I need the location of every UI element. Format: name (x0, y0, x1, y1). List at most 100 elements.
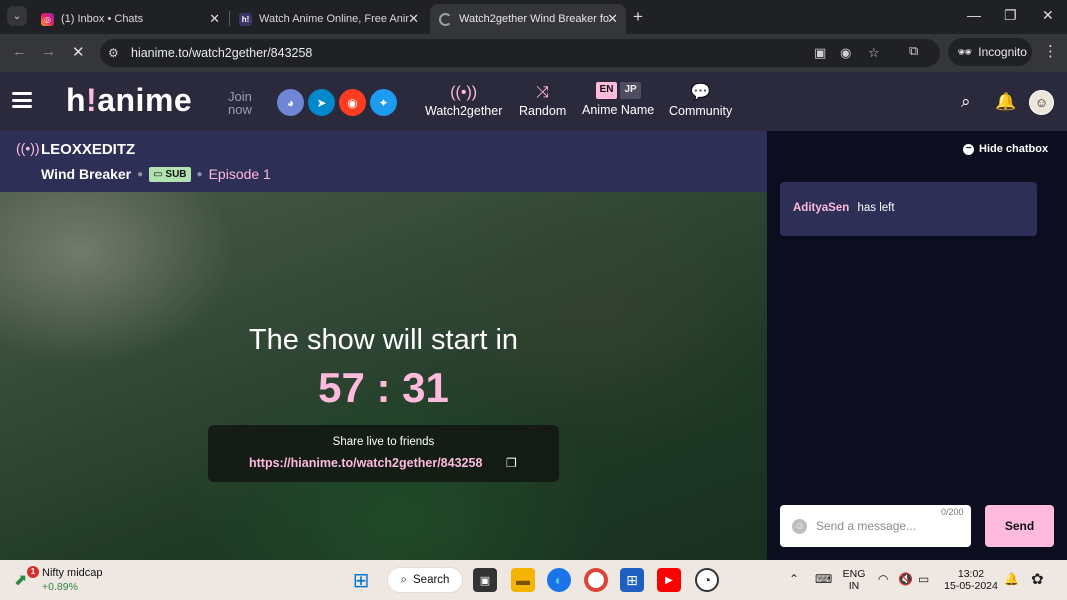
character-counter: 0/200 (941, 507, 964, 517)
extensions-icon[interactable]: ⧉ (909, 43, 918, 59)
minimize-icon[interactable]: — (967, 7, 981, 23)
dot-separator: ● (137, 168, 144, 180)
site-logo[interactable]: h!anime (66, 82, 192, 119)
chrome-icon[interactable] (584, 568, 608, 592)
discord-icon[interactable]: ◕ (277, 89, 304, 116)
hide-chatbox-button[interactable]: − Hide chatbox (963, 143, 1048, 155)
address-bar[interactable]: ⚙ hianime.to/watch2gether/843258 ▣ ◉ ☆ (100, 39, 940, 67)
emoji-icon[interactable]: ☺ (792, 518, 807, 534)
edge-icon[interactable]: ◐ (547, 568, 571, 592)
sub-badge: ▭ SUB (149, 166, 191, 182)
input-language[interactable]: ENG IN (838, 568, 870, 592)
nav-random[interactable]: ⤨ Random (519, 82, 566, 118)
copilot-icon[interactable]: ✿ (1031, 570, 1044, 588)
countdown-timer: 57 : 31 (318, 364, 449, 411)
lang-en[interactable]: EN (595, 82, 618, 99)
camera-blocked-icon[interactable]: ▣ (814, 45, 826, 61)
share-link[interactable]: https://hianime.to/watch2gether/843258 (249, 456, 482, 470)
hide-chatbox-label: Hide chatbox (979, 143, 1049, 155)
lang-jp[interactable]: JP (620, 82, 641, 99)
nav-watch2gether[interactable]: ((•)) Watch2gether (425, 82, 502, 118)
search-icon: ⌕ (400, 573, 407, 586)
chat-message-user[interactable]: AdityaSen (793, 202, 849, 214)
close-icon[interactable]: ✕ (209, 11, 220, 27)
notification-bell-icon[interactable]: 🔔 (1004, 572, 1019, 586)
room-host-name: LEOXXEDITZ (41, 141, 136, 158)
shuffle-icon: ⤨ (536, 84, 550, 101)
join-now-link[interactable]: Join now (228, 90, 252, 116)
stock-name[interactable]: Nifty midcap (42, 567, 103, 579)
url-text[interactable]: hianime.to/watch2gether/843258 (131, 46, 312, 60)
tab-search-chevron-icon[interactable]: ⌄ (7, 6, 27, 26)
restore-icon[interactable]: ❐ (1004, 7, 1017, 24)
message-placeholder: Send a message... (816, 519, 917, 533)
nav-label: Random (519, 104, 567, 118)
keyboard-icon[interactable]: ⌨ (815, 572, 832, 586)
stop-loading-icon[interactable]: ✕ (72, 43, 85, 61)
browser-tab-strip: ⌄ ◎ (1) Inbox • Chats ✕ h! Watch Anime O… (0, 0, 1067, 34)
youtube-icon[interactable]: ▶ (657, 568, 681, 592)
file-explorer-icon[interactable]: ▬ (511, 568, 535, 592)
task-view-icon[interactable]: ▣ (473, 568, 497, 592)
nav-anime-name-toggle[interactable]: EN JP Anime Name (582, 82, 654, 117)
bell-icon[interactable]: 🔔 (995, 92, 1016, 112)
incognito-indicator[interactable]: 🕶 Incognito (948, 38, 1032, 66)
avatar[interactable]: ☺ (1029, 90, 1054, 115)
sub-badge-label: SUB (165, 168, 187, 180)
video-stage: The show will start in 57 : 31 Share liv… (0, 192, 767, 560)
back-icon[interactable]: ← (12, 43, 27, 60)
nav-label: Community (669, 104, 733, 118)
join-now-line: now (228, 102, 252, 117)
tab-label: Watch2gether Wind Breaker fo (459, 13, 609, 25)
tab-instagram[interactable]: ◎ (1) Inbox • Chats ✕ (32, 4, 228, 34)
tab-label: Watch Anime Online, Free Anim (259, 13, 409, 25)
incognito-icon: 🕶 (957, 45, 973, 59)
forward-icon[interactable]: → (41, 43, 56, 60)
lang-line: IN (848, 580, 860, 592)
twitter-icon[interactable]: ✦ (370, 89, 397, 116)
new-tab-icon[interactable]: + (633, 7, 643, 27)
incognito-label: Incognito (978, 45, 1027, 59)
copy-icon[interactable]: ❐ (506, 456, 517, 470)
microsoft-store-icon[interactable]: ⊞ (620, 568, 644, 592)
eye-off-icon[interactable]: ◉ (840, 45, 851, 61)
speaker-muted-icon[interactable]: 🔇 (898, 572, 913, 586)
nav-label: Watch2gether (425, 104, 503, 118)
menu-icon[interactable] (12, 92, 32, 108)
chat-message: AdityaSen has left (780, 182, 1037, 236)
browser-toolbar: ← → ✕ ⚙ hianime.to/watch2gether/843258 ▣… (0, 34, 1067, 72)
tab-watch2gether[interactable]: Watch2gether Wind Breaker fo ✕ (430, 4, 626, 34)
nav-community[interactable]: 💬 Community (669, 82, 732, 118)
cc-icon: ▭ (153, 168, 163, 180)
close-icon[interactable]: ✕ (607, 11, 618, 27)
broadcast-icon: ((•)) (450, 84, 478, 101)
close-window-icon[interactable]: ✕ (1042, 7, 1054, 24)
browser-menu-icon[interactable]: ⋮ (1043, 42, 1058, 60)
reddit-icon[interactable]: ◉ (339, 89, 366, 116)
minus-circle-icon: − (963, 143, 974, 155)
taskbar-search[interactable]: ⌕ Search (387, 567, 463, 593)
battery-icon[interactable]: ▭ (918, 572, 929, 586)
broadcast-icon: ((•)) (16, 140, 40, 156)
send-button[interactable]: Send (985, 505, 1054, 547)
anime-title[interactable]: Wind Breaker (41, 166, 131, 182)
chrome-profile-icon[interactable]: ◔ (695, 568, 719, 592)
wifi-icon[interactable]: ◠ (878, 572, 888, 586)
chevron-up-icon[interactable]: ⌃ (789, 572, 799, 586)
lang-line: ENG (842, 568, 866, 580)
site-info-icon[interactable]: ⚙ (108, 46, 119, 60)
bookmark-star-icon[interactable]: ☆ (868, 45, 880, 61)
telegram-icon[interactable]: ➤ (308, 89, 335, 116)
room-anime-line: Wind Breaker ● ▭ SUB ● Episode 1 (41, 166, 271, 182)
search-icon[interactable]: ⌕ (961, 92, 971, 112)
tab-hianime[interactable]: h! Watch Anime Online, Free Anim ✕ (230, 4, 427, 34)
share-box: Share live to friends https://hianime.to… (208, 425, 559, 482)
close-icon[interactable]: ✕ (408, 11, 419, 27)
chat-bubbles-icon: 💬 (690, 84, 711, 101)
dot-separator: ● (196, 168, 203, 180)
clock[interactable]: 13:02 15-05-2024 (942, 568, 1000, 592)
windows-start-icon[interactable]: ⊞ (349, 568, 373, 592)
taskbar: ⬈ 1 Nifty midcap +0.89% ⊞ ⌕ Search ▣ ▬ ◐… (0, 560, 1067, 600)
language-toggle[interactable]: EN JP (595, 82, 641, 99)
chatbox: − Hide chatbox AdityaSen has left ☺ Send… (767, 131, 1067, 560)
